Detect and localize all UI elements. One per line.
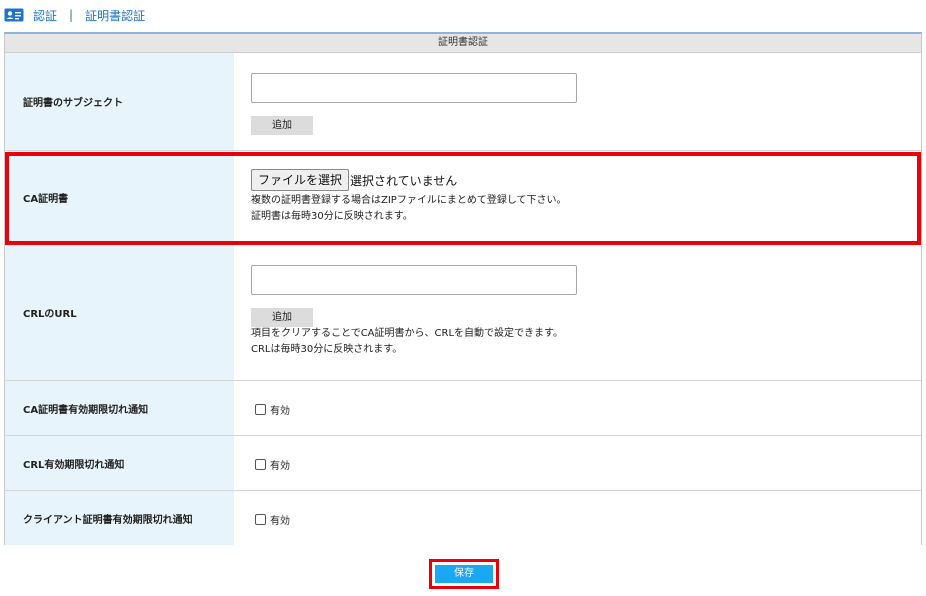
ca-expiry-label: CA証明書有効期限切れ通知 [5,381,234,435]
crl-url-input[interactable] [251,265,577,295]
crl-url-add-button[interactable]: 追加 [251,308,313,327]
ca-expiry-checkbox[interactable] [255,404,266,415]
crl-expiry-value: 有効 [234,436,921,490]
subject-input[interactable] [251,73,577,103]
ca-cert-note-2: 証明書は毎時30分に反映されます。 [251,211,413,222]
client-expiry-label: クライアント証明書有効期限切れ通知 [5,491,234,545]
save-highlight-box: 保存 [429,559,499,589]
subject-value: 追加 [234,53,921,150]
breadcrumb: 認証 | 証明書認証 [4,6,145,24]
crl-url-note-1: 項目をクリアすることでCA証明書から、CRLを自動で設定できます。 [251,328,564,339]
save-button[interactable]: 保存 [435,565,493,583]
ca-expiry-checkbox-group: 有効 [255,402,290,417]
crl-url-value: 追加 項目をクリアすることでCA証明書から、CRLを自動で設定できます。 CRL… [234,245,921,380]
row-ca-cert: CA証明書 ファイルを選択 選択されていません 複数の証明書登録する場合はZIP… [5,151,921,245]
ca-cert-value: ファイルを選択 選択されていません 複数の証明書登録する場合はZIPファイルにま… [234,151,921,244]
client-expiry-value: 有効 [234,491,921,545]
subject-label: 証明書のサブジェクト [5,53,234,150]
file-select-button[interactable]: ファイルを選択 [251,169,350,191]
subject-add-button[interactable]: 追加 [251,116,313,135]
ca-expiry-checkbox-label[interactable]: 有効 [270,402,290,417]
file-status-text: 選択されていません [350,174,458,188]
crl-expiry-checkbox-label[interactable]: 有効 [270,457,290,472]
panel-title: 証明書認証 [5,34,921,53]
ca-cert-label: CA証明書 [5,151,234,244]
ca-expiry-value: 有効 [234,381,921,435]
row-ca-expiry: CA証明書有効期限切れ通知 有効 [5,381,921,436]
ca-cert-note-1: 複数の証明書登録する場合はZIPファイルにまとめて登録して下さい。 [251,195,567,206]
crl-expiry-checkbox-group: 有効 [255,457,290,472]
crl-url-note-2: CRLは毎時30分に反映されます。 [251,344,403,355]
crl-expiry-label: CRL有効期限切れ通知 [5,436,234,490]
row-crl-expiry: CRL有効期限切れ通知 有効 [5,436,921,491]
breadcrumb-cert-auth-link[interactable]: 証明書認証 [85,7,145,24]
row-subject: 証明書のサブジェクト 追加 [5,53,921,151]
client-expiry-checkbox-label[interactable]: 有効 [270,512,290,527]
crl-url-label: CRLのURL [5,245,234,380]
client-expiry-checkbox-group: 有効 [255,512,290,527]
breadcrumb-auth-link[interactable]: 認証 [33,7,57,24]
cert-auth-panel: 証明書認証 証明書のサブジェクト 追加 CA証明書 ファイルを選択 選択されてい… [4,32,922,545]
client-expiry-checkbox[interactable] [255,514,266,525]
row-client-expiry: クライアント証明書有効期限切れ通知 有効 [5,491,921,545]
id-card-icon [4,8,24,22]
row-crl-url: CRLのURL 追加 項目をクリアすることでCA証明書から、CRLを自動で設定で… [5,245,921,381]
crl-expiry-checkbox[interactable] [255,459,266,470]
breadcrumb-separator: | [69,8,74,22]
